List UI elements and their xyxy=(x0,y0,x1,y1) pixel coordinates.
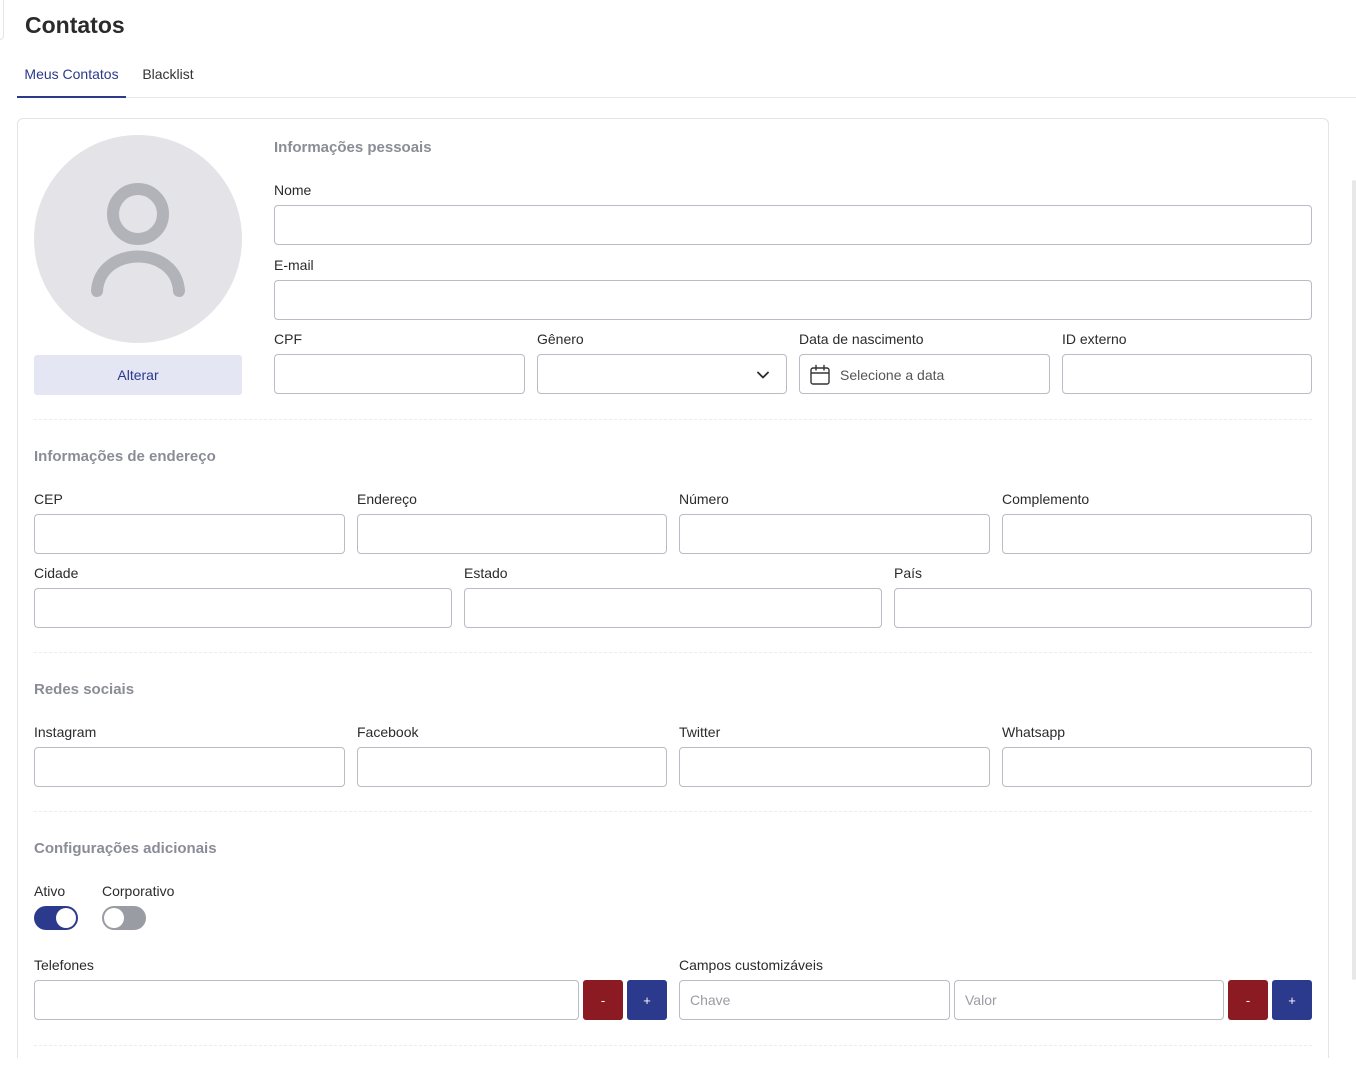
whatsapp-label: Whatsapp xyxy=(1002,724,1066,740)
cidade-input[interactable] xyxy=(34,588,452,628)
cep-input[interactable] xyxy=(34,514,345,554)
calendar-icon xyxy=(810,364,830,385)
change-photo-button[interactable]: Alterar xyxy=(34,355,242,395)
twitter-label: Twitter xyxy=(679,724,721,740)
nascimento-placeholder: Selecione a data xyxy=(840,367,945,383)
add-phone-button[interactable]: + xyxy=(627,980,667,1020)
email-label: E-mail xyxy=(274,257,314,273)
id-externo-label: ID externo xyxy=(1062,331,1127,347)
pais-label: País xyxy=(894,565,923,581)
nome-label: Nome xyxy=(274,182,312,198)
chevron-down-icon xyxy=(757,371,769,379)
toggle-knob xyxy=(56,908,76,928)
remove-phone-button[interactable]: - xyxy=(583,980,623,1020)
section-divider xyxy=(34,652,1312,653)
page-title: Contatos xyxy=(25,12,125,38)
estado-label: Estado xyxy=(464,565,508,581)
pais-input[interactable] xyxy=(894,588,1312,628)
genero-select[interactable] xyxy=(537,354,787,394)
facebook-label: Facebook xyxy=(357,724,419,740)
ativo-toggle[interactable] xyxy=(34,906,78,930)
contacts-page: Contatos Meus Contatos Blacklist Alterar… xyxy=(0,0,1356,1074)
instagram-label: Instagram xyxy=(34,724,97,740)
email-input[interactable] xyxy=(274,280,1312,320)
custom-value-input[interactable] xyxy=(954,980,1224,1020)
cidade-label: Cidade xyxy=(34,565,79,581)
sidebar-edge xyxy=(0,0,4,40)
avatar xyxy=(34,135,242,343)
corporativo-toggle[interactable] xyxy=(102,906,146,930)
tab-bar: Meus Contatos Blacklist xyxy=(17,58,1356,98)
numero-label: Número xyxy=(679,491,729,507)
twitter-input[interactable] xyxy=(679,747,990,787)
user-placeholder-icon xyxy=(91,183,185,297)
nome-input[interactable] xyxy=(274,205,1312,245)
endereco-label: Endereço xyxy=(357,491,417,507)
complemento-label: Complemento xyxy=(1002,491,1090,507)
cep-label: CEP xyxy=(34,491,63,507)
facebook-input[interactable] xyxy=(357,747,667,787)
address-info-title: Informações de endereço xyxy=(34,448,216,465)
whatsapp-input[interactable] xyxy=(1002,747,1312,787)
corporativo-label: Corporativo xyxy=(102,883,175,899)
nascimento-label: Data de nascimento xyxy=(799,331,924,347)
social-title: Redes sociais xyxy=(34,681,135,698)
section-divider xyxy=(34,811,1312,812)
genero-label: Gênero xyxy=(537,331,584,347)
cpf-input[interactable] xyxy=(274,354,525,394)
cpf-label: CPF xyxy=(274,331,302,347)
estado-input[interactable] xyxy=(464,588,882,628)
tab-blacklist[interactable]: Blacklist xyxy=(138,58,198,98)
add-custom-field-button[interactable]: + xyxy=(1272,980,1312,1020)
nascimento-date-picker[interactable]: Selecione a data xyxy=(799,354,1050,394)
page-scrollbar[interactable] xyxy=(1352,180,1356,980)
toggle-knob xyxy=(104,908,124,928)
section-divider xyxy=(34,419,1312,420)
section-divider xyxy=(34,1045,1312,1046)
complemento-input[interactable] xyxy=(1002,514,1312,554)
tab-meus-contatos[interactable]: Meus Contatos xyxy=(17,58,126,98)
numero-input[interactable] xyxy=(679,514,990,554)
custom-key-input[interactable] xyxy=(679,980,950,1020)
custom-fields-label: Campos customizáveis xyxy=(679,957,823,973)
telefones-label: Telefones xyxy=(34,957,94,973)
remove-custom-field-button[interactable]: - xyxy=(1228,980,1268,1020)
personal-info-title: Informações pessoais xyxy=(274,139,432,156)
settings-title: Configurações adicionais xyxy=(34,840,217,857)
telefone-input[interactable] xyxy=(34,980,579,1020)
instagram-input[interactable] xyxy=(34,747,345,787)
id-externo-input[interactable] xyxy=(1062,354,1312,394)
ativo-label: Ativo xyxy=(34,883,66,899)
endereco-input[interactable] xyxy=(357,514,667,554)
